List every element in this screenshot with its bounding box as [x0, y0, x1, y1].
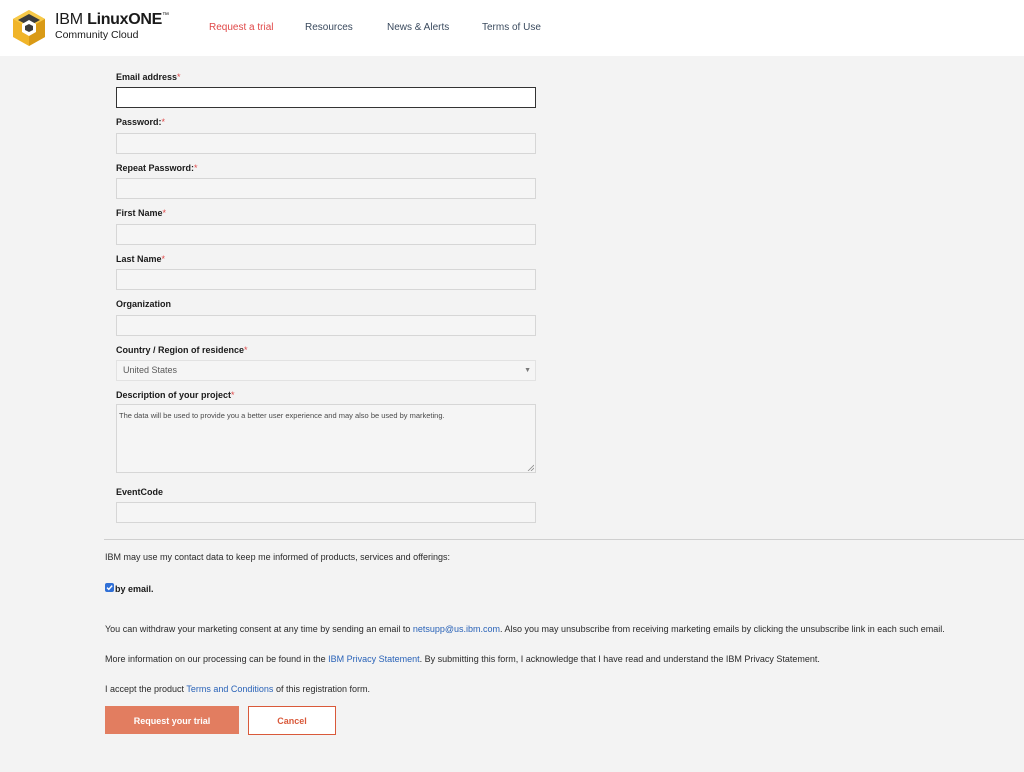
- first-name-field[interactable]: [116, 224, 536, 245]
- brand-ibm: IBM: [55, 11, 88, 28]
- country-selected-value: United States: [123, 365, 178, 375]
- cancel-button[interactable]: Cancel: [248, 706, 336, 735]
- privacy-text: More information on our processing can b…: [105, 654, 820, 664]
- withdraw-text-start: You can withdraw your marketing consent …: [105, 624, 413, 634]
- brand-title: IBM LinuxONE™: [55, 12, 169, 28]
- section-divider: [104, 539, 1024, 540]
- terms-text-end: of this registration form.: [273, 684, 370, 694]
- password-label: Password:*: [116, 117, 165, 127]
- privacy-text-end: . By submitting this form, I acknowledge…: [419, 654, 820, 664]
- terms-conditions-link[interactable]: Terms and Conditions: [186, 684, 273, 694]
- required-mark: *: [161, 117, 166, 127]
- nav-terms-of-use[interactable]: Terms of Use: [482, 22, 541, 33]
- terms-text-start: I accept the product: [105, 684, 187, 694]
- event-code-field[interactable]: [116, 502, 536, 523]
- terms-text: I accept the product Terms and Condition…: [105, 684, 370, 694]
- last-name-label: Last Name*: [116, 254, 165, 264]
- repeat-password-label-text: Repeat Password:: [116, 163, 195, 173]
- organization-label: Organization: [116, 299, 172, 309]
- required-mark: *: [162, 208, 167, 218]
- email-field[interactable]: [116, 87, 536, 108]
- brand-linuxone: LinuxONE: [87, 11, 163, 28]
- password-label-text: Password:: [116, 117, 162, 127]
- email-label: Email address*: [116, 72, 181, 82]
- brand-subtitle: Community Cloud: [55, 29, 139, 41]
- description-label: Description of your project*: [116, 390, 235, 400]
- required-mark: *: [161, 254, 166, 264]
- email-consent-checkbox[interactable]: [105, 583, 114, 592]
- required-mark: *: [194, 163, 198, 173]
- privacy-text-start: More information on our processing can b…: [105, 654, 329, 664]
- required-mark: *: [231, 390, 235, 400]
- last-name-label-text: Last Name: [116, 254, 162, 264]
- email-label-text: Email address: [116, 72, 178, 82]
- event-code-label: EventCode: [116, 487, 164, 497]
- withdraw-consent-text: You can withdraw your marketing consent …: [105, 624, 945, 634]
- email-consent-label[interactable]: by email.: [115, 584, 154, 594]
- description-label-text: Description of your project: [116, 390, 232, 400]
- organization-field[interactable]: [116, 315, 536, 336]
- nav-news-alerts[interactable]: News & Alerts: [387, 22, 449, 33]
- first-name-label: First Name*: [116, 208, 166, 218]
- withdraw-text-end: . Also you may unsubscribe from receivin…: [500, 624, 945, 634]
- description-text: The data will be used to provide you a b…: [119, 411, 445, 420]
- linuxone-logo-icon[interactable]: [10, 8, 48, 48]
- country-label-text: Country / Region of residence: [116, 345, 245, 355]
- country-select[interactable]: United States ▼: [116, 360, 536, 381]
- repeat-password-label: Repeat Password:*: [116, 163, 198, 173]
- resize-handle-icon[interactable]: [527, 464, 534, 471]
- privacy-statement-link[interactable]: IBM Privacy Statement: [328, 654, 420, 664]
- required-mark: *: [177, 72, 181, 82]
- brand-trademark: ™: [162, 12, 170, 19]
- netsupp-email-link[interactable]: netsupp@us.ibm.com: [413, 624, 500, 634]
- nav-request-trial[interactable]: Request a trial: [209, 22, 273, 33]
- brand-wordmark[interactable]: IBM LinuxONE™ Community Cloud: [55, 12, 169, 41]
- repeat-password-field[interactable]: [116, 178, 536, 199]
- site-header: IBM LinuxONE™ Community Cloud Request a …: [0, 0, 1024, 56]
- nav-resources[interactable]: Resources: [305, 22, 353, 33]
- first-name-label-text: First Name: [116, 208, 163, 218]
- request-trial-button[interactable]: Request your trial: [105, 706, 239, 734]
- last-name-field[interactable]: [116, 269, 536, 290]
- description-textarea[interactable]: The data will be used to provide you a b…: [116, 404, 536, 473]
- checkmark-icon: [106, 585, 113, 591]
- password-field[interactable]: [116, 133, 536, 154]
- required-mark: *: [244, 345, 248, 355]
- chevron-down-icon: ▼: [524, 367, 531, 374]
- consent-intro: IBM may use my contact data to keep me i…: [105, 552, 450, 562]
- country-label: Country / Region of residence*: [116, 345, 248, 355]
